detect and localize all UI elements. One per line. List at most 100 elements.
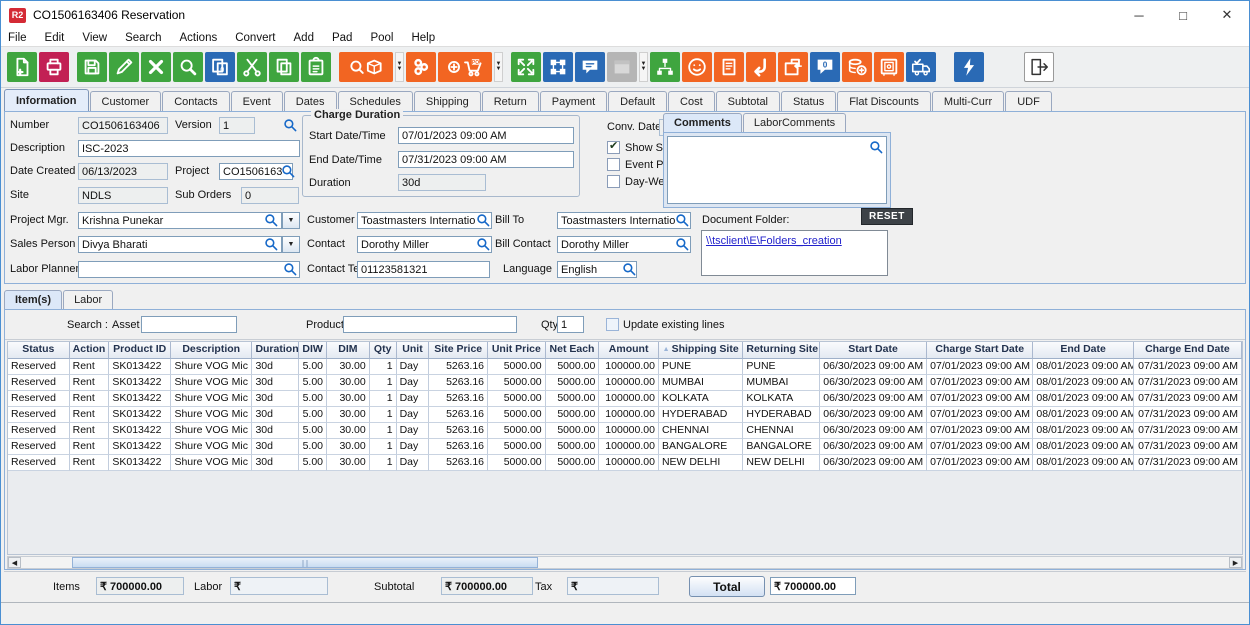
table-cell[interactable]: NEW DELHI [659, 455, 743, 471]
table-cell[interactable]: 08/01/2023 09:00 AM [1033, 407, 1133, 423]
table-cell[interactable]: Shure VOG Mic [171, 439, 252, 455]
project-search-icon[interactable] [281, 164, 295, 178]
table-cell[interactable]: 5.00 [299, 439, 327, 455]
sales-person-dropdown[interactable]: ▼ [282, 236, 300, 253]
bill-contact-search-icon[interactable] [675, 237, 689, 251]
table-cell[interactable]: 07/01/2023 09:00 AM [927, 407, 1033, 423]
horizontal-scrollbar[interactable]: ◀ ▶ [7, 556, 1243, 569]
table-cell[interactable]: Reserved [8, 439, 70, 455]
col-product-id[interactable]: Product ID [109, 342, 171, 359]
table-cell[interactable]: KOLKATA [743, 391, 820, 407]
table-cell[interactable]: Shure VOG Mic [171, 455, 252, 471]
table-cell[interactable]: 1 [370, 423, 397, 439]
copy-button[interactable] [269, 52, 299, 82]
table-cell[interactable]: BANGALORE [743, 439, 820, 455]
show-suggestions-checkbox[interactable] [607, 141, 620, 154]
table-cell[interactable]: 100000.00 [599, 455, 659, 471]
invoice-scroll-button[interactable] [714, 52, 744, 82]
table-cell[interactable]: 07/31/2023 09:00 AM [1134, 375, 1242, 391]
table-cell[interactable]: Rent [70, 391, 110, 407]
table-cell[interactable]: Day [397, 455, 430, 471]
col-net-each[interactable]: Net Each [546, 342, 600, 359]
col-returning-site[interactable]: Returning Site [743, 342, 820, 359]
table-cell[interactable]: 100000.00 [599, 439, 659, 455]
table-cell[interactable]: SK013422 [109, 423, 171, 439]
table-cell[interactable]: 07/31/2023 09:00 AM [1134, 455, 1242, 471]
contact-field[interactable] [357, 236, 492, 253]
tab-labor[interactable]: Labor [63, 290, 113, 309]
table-cell[interactable]: Shure VOG Mic [171, 375, 252, 391]
table-cell[interactable]: 07/31/2023 09:00 AM [1134, 359, 1242, 375]
menu-help[interactable]: Help [402, 32, 444, 44]
customer-smiley-button[interactable] [682, 52, 712, 82]
table-cell[interactable]: HYDERABAD [743, 407, 820, 423]
table-cell[interactable]: 100000.00 [599, 375, 659, 391]
table-cell[interactable]: SK013422 [109, 359, 171, 375]
close-button[interactable]: ✕ [1205, 1, 1249, 29]
table-cell[interactable]: 5000.00 [488, 375, 546, 391]
scrollbar-thumb[interactable] [72, 557, 538, 568]
tab-schedules[interactable]: Schedules [338, 91, 413, 111]
table-cell[interactable]: CHENNAI [743, 423, 820, 439]
workflow-gears-button[interactable] [406, 52, 436, 82]
table-cell[interactable]: 5263.16 [429, 455, 488, 471]
table-cell[interactable]: 1 [370, 407, 397, 423]
table-row[interactable]: ReservedRentSK013422Shure VOG Mic30d5.00… [8, 423, 1242, 439]
col-charge-start-date[interactable]: Charge Start Date [927, 342, 1033, 359]
table-cell[interactable]: 5263.16 [429, 359, 488, 375]
customer-field[interactable] [357, 212, 492, 229]
table-cell[interactable]: 06/30/2023 09:00 AM [820, 407, 927, 423]
project-mgr-field[interactable] [78, 212, 282, 229]
col-unit-price[interactable]: Unit Price [488, 342, 546, 359]
scroll-left-arrow[interactable]: ◀ [8, 557, 21, 568]
table-cell[interactable]: 1 [370, 391, 397, 407]
quick-actions-button[interactable] [954, 52, 984, 82]
table-cell[interactable]: Rent [70, 455, 110, 471]
table-cell[interactable]: 5000.00 [488, 359, 546, 375]
table-row[interactable]: ReservedRentSK013422Shure VOG Mic30d5.00… [8, 359, 1242, 375]
scroll-right-arrow[interactable]: ▶ [1229, 557, 1242, 568]
table-cell[interactable]: 5.00 [299, 423, 327, 439]
asset-search-input[interactable] [141, 316, 237, 333]
tab-items[interactable]: Item(s) [4, 290, 62, 309]
tab-customer[interactable]: Customer [90, 91, 162, 111]
receive-box-button[interactable] [778, 52, 808, 82]
table-cell[interactable]: Shure VOG Mic [171, 407, 252, 423]
day-week-month-pricing-checkbox[interactable] [607, 175, 620, 188]
table-cell[interactable]: 08/01/2023 09:00 AM [1033, 375, 1133, 391]
col-duration[interactable]: Duration [252, 342, 299, 359]
table-cell[interactable]: PUNE [659, 359, 743, 375]
tab-udf[interactable]: UDF [1005, 91, 1052, 111]
table-cell[interactable]: 30.00 [327, 391, 370, 407]
document-folder-link[interactable]: \\tsclient\E\Folders_creation [706, 235, 842, 247]
menu-pool[interactable]: Pool [361, 32, 402, 44]
col-status[interactable]: Status [8, 342, 70, 359]
col-charge-end-date[interactable]: Charge End Date [1134, 342, 1242, 359]
col-start-date[interactable]: Start Date [820, 342, 927, 359]
table-cell[interactable]: 5.00 [299, 375, 327, 391]
menu-view[interactable]: View [73, 32, 116, 44]
table-cell[interactable]: 30d [252, 375, 299, 391]
language-search-icon[interactable] [622, 262, 636, 276]
tab-flat-discounts[interactable]: Flat Discounts [837, 91, 931, 111]
labor-total-field[interactable] [230, 577, 328, 595]
table-cell[interactable]: 5000.00 [488, 407, 546, 423]
table-row[interactable]: ReservedRentSK013422Shure VOG Mic30d5.00… [8, 375, 1242, 391]
table-cell[interactable]: 07/01/2023 09:00 AM [927, 439, 1033, 455]
table-cell[interactable]: BANGALORE [659, 439, 743, 455]
table-cell[interactable]: 06/30/2023 09:00 AM [820, 423, 927, 439]
search-button[interactable] [173, 52, 203, 82]
comments-search-icon[interactable] [869, 140, 883, 154]
table-cell[interactable]: 30.00 [327, 439, 370, 455]
subtotal-field[interactable] [441, 577, 533, 595]
duplicate-button[interactable]: 0 [205, 52, 235, 82]
project-mgr-dropdown[interactable]: ▼ [282, 212, 300, 229]
table-cell[interactable]: 07/31/2023 09:00 AM [1134, 391, 1242, 407]
menu-search[interactable]: Search [116, 32, 170, 44]
table-cell[interactable]: 5.00 [299, 359, 327, 375]
labor-planner-field[interactable] [78, 261, 300, 278]
table-cell[interactable]: 08/01/2023 09:00 AM [1033, 391, 1133, 407]
version-field[interactable] [219, 117, 255, 134]
table-cell[interactable]: Rent [70, 375, 110, 391]
version-search-icon[interactable] [283, 118, 297, 132]
